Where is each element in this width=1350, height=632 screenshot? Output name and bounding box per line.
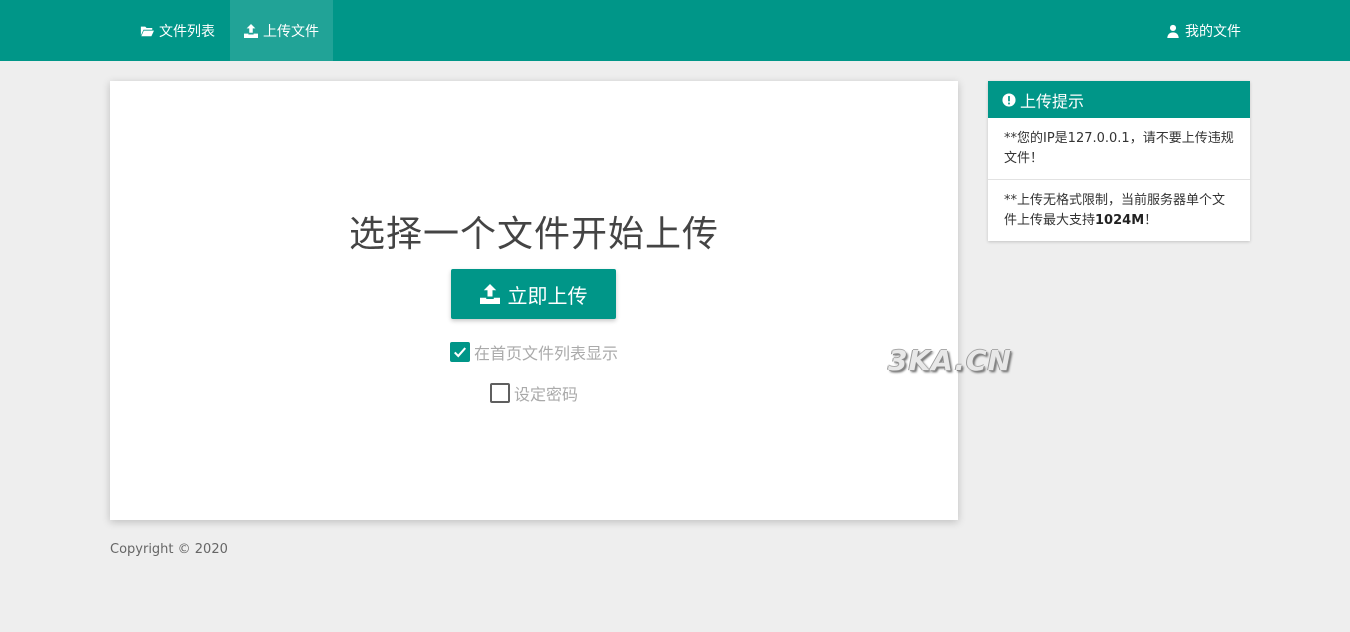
set-password-checkbox[interactable] xyxy=(490,383,510,403)
tips-header: 上传提示 xyxy=(988,81,1250,118)
tip-size-limit: **上传无格式限制，当前服务器单个文件上传最大支持1024M！ xyxy=(988,180,1250,231)
tips-title: 上传提示 xyxy=(1020,91,1085,111)
max-size-value: 1024M xyxy=(1095,213,1145,228)
tip-ip-warning: **您的IP是127.0.0.1，请不要上传违规文件！ xyxy=(988,118,1250,180)
upload-heading: 选择一个文件开始上传 xyxy=(348,214,719,255)
watermark-logo: 3KA.CN xyxy=(888,344,1012,377)
show-on-home-checkbox[interactable] xyxy=(450,342,470,362)
show-on-home-option[interactable]: 在首页文件列表显示 xyxy=(450,340,618,364)
nav-my-files[interactable]: 我的文件 xyxy=(1152,0,1255,61)
tip-size-limit-suffix: ！ xyxy=(1144,213,1158,228)
upload-tips-panel: 上传提示 **您的IP是127.0.0.1，请不要上传违规文件！ **上传无格式… xyxy=(988,81,1250,241)
upload-icon xyxy=(479,284,500,304)
user-icon xyxy=(1167,24,1179,38)
folder-open-icon xyxy=(140,26,154,36)
nav-my-files-label: 我的文件 xyxy=(1185,23,1241,40)
set-password-label: 设定密码 xyxy=(514,385,579,404)
upload-now-button-label: 立即上传 xyxy=(507,283,588,308)
footer-copyright: Copyright © 2020 xyxy=(110,542,228,557)
nav-upload-file[interactable]: 上传文件 xyxy=(230,0,333,61)
exclamation-circle-icon xyxy=(1002,92,1016,107)
top-navbar: 文件列表 上传文件 我的文件 xyxy=(0,0,1350,61)
upload-icon xyxy=(244,23,258,38)
set-password-option[interactable]: 设定密码 xyxy=(490,381,578,405)
upload-now-button[interactable]: 立即上传 xyxy=(451,269,616,319)
check-icon xyxy=(454,347,467,358)
nav-file-list-label: 文件列表 xyxy=(159,23,215,40)
nav-file-list[interactable]: 文件列表 xyxy=(126,0,229,61)
show-on-home-label: 在首页文件列表显示 xyxy=(474,344,619,363)
nav-upload-file-label: 上传文件 xyxy=(263,23,319,40)
